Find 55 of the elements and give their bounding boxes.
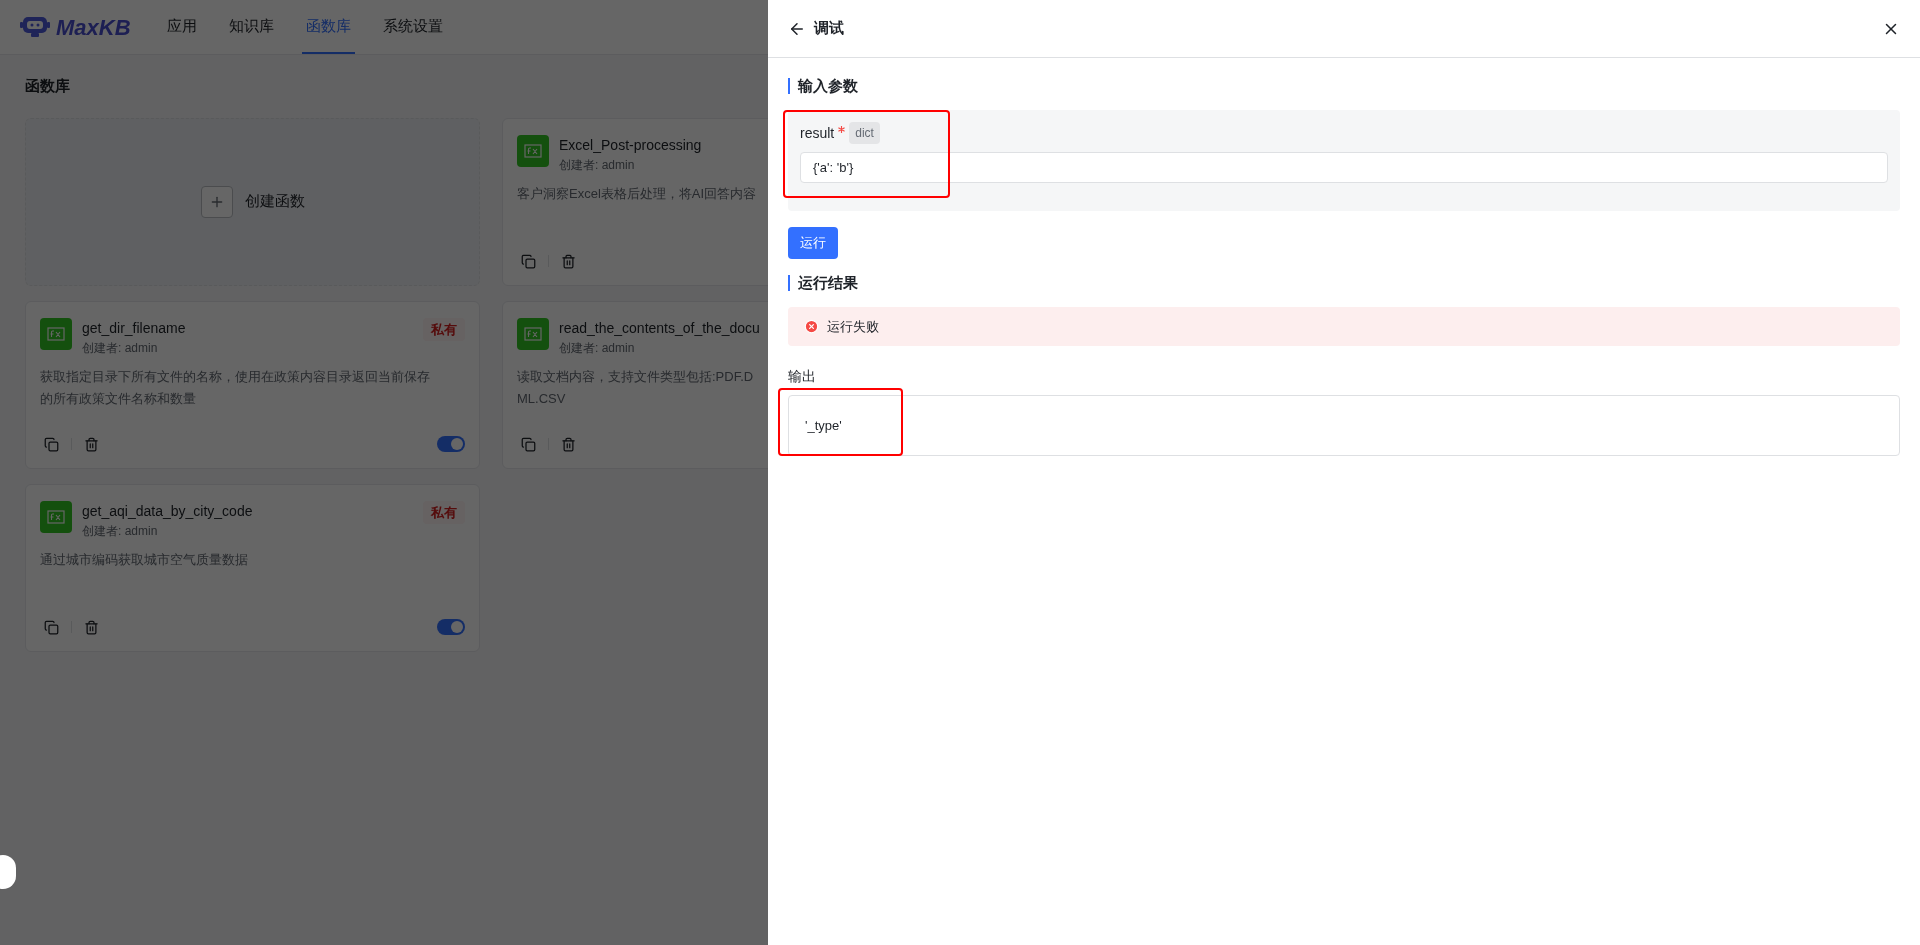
copy-icon[interactable]: [521, 253, 536, 269]
create-function-card[interactable]: 创建函数: [25, 117, 480, 286]
function-description: 读取文档内容，支持文件类型包括:PDF.D: [517, 367, 755, 386]
trash-icon[interactable]: [84, 619, 99, 635]
toggle-switch[interactable]: [437, 436, 465, 452]
trash-icon[interactable]: [561, 436, 576, 452]
copy-icon[interactable]: [521, 436, 536, 452]
author-text: 创建者: admin: [82, 522, 159, 540]
nav-tab[interactable]: 知识库: [224, 0, 278, 54]
output-text: '_type': [805, 416, 842, 435]
function-name: get_aqi_data_by_city_code: [82, 501, 254, 521]
nav-tab[interactable]: 系统设置: [378, 0, 447, 54]
function-icon: [40, 500, 72, 533]
param-label: result: [800, 123, 835, 143]
param-input[interactable]: {'a': 'b'}: [800, 152, 1888, 183]
logo-text: MaxKB: [56, 13, 131, 42]
function-description: 客户洞察Excel表格后处理，将AI回答内容: [517, 184, 758, 203]
function-description: ML.CSV: [517, 389, 567, 408]
drawer-title: 调试: [814, 18, 844, 39]
copy-icon[interactable]: [44, 619, 59, 635]
output-label: 输出: [788, 367, 817, 386]
plus-icon: [200, 185, 233, 218]
run-button[interactable]: 运行: [788, 227, 838, 259]
function-icon: [517, 134, 549, 167]
robot-logo-icon: [20, 15, 50, 39]
create-function-label: 创建函数: [244, 191, 305, 212]
function-name: Excel_Post-processing: [559, 135, 703, 155]
function-description: 通过城市编码获取城市空气质量数据: [40, 550, 249, 569]
function-card[interactable]: read_the_contents_of_the_docu 创建者: admin 读取文档内容，支持文件类型包括:PDF.D ML.CSV: [502, 300, 768, 469]
section-heading: 输入参数: [788, 78, 1900, 94]
nav-tab[interactable]: 函数库: [301, 0, 355, 54]
function-card[interactable]: Excel_Post-processing 创建者: admin 客户洞察Excel表格后处理，将AI回答内容: [502, 117, 768, 286]
trash-icon[interactable]: [561, 253, 576, 269]
error-icon: [804, 319, 819, 334]
status-text: 运行失败: [827, 317, 879, 336]
function-card[interactable]: get_aqi_data_by_city_code 创建者: admin 私有 通过城市编码获取城市空气质量数据: [25, 483, 480, 652]
author-text: 创建者: admin: [559, 156, 636, 174]
function-icon: [517, 317, 549, 350]
function-icon: [40, 317, 72, 350]
private-tag: 私有: [423, 317, 465, 341]
section-heading: 运行结果: [788, 275, 1900, 291]
function-description: 获取指定目录下所有文件的名称，使用在政策内容目录返回当前保存: [40, 367, 431, 386]
author-text: 创建者: admin: [559, 339, 636, 357]
function-description: 的所有政策文件名称和数量: [40, 389, 197, 408]
function-name: read_the_contents_of_the_docu: [559, 318, 761, 338]
private-tag: 私有: [423, 500, 465, 524]
nav-tab[interactable]: 应用: [162, 0, 201, 54]
author-text: 创建者: admin: [82, 339, 159, 357]
function-name: get_dir_filename: [82, 318, 187, 338]
trash-icon[interactable]: [84, 436, 99, 452]
page-title: 函数库: [25, 76, 71, 96]
type-tag: dict: [849, 122, 880, 144]
function-card[interactable]: get_dir_filename 创建者: admin 私有 获取指定目录下所有文件的名称，使用在政策内容目录返回当前保存 的所有政策文件名称和数量: [25, 300, 480, 469]
copy-icon[interactable]: [44, 436, 59, 452]
toggle-switch[interactable]: [437, 619, 465, 635]
